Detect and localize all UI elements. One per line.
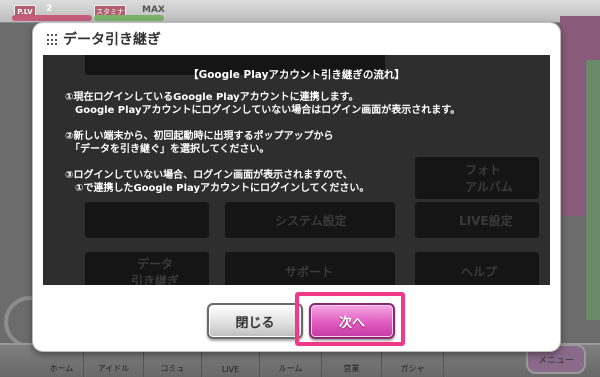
- step-1-text: ①現在ログインしているGoogle Playアカウントに連携します。 Googl…: [65, 92, 461, 116]
- status-bar: P.LV 2 スタミナ MAX: [0, 0, 600, 23]
- stamina-bar: [94, 15, 164, 21]
- transfer-instructions: 【Google Playアカウント引き継ぎの流れ】 ①現在ログインしているGoo…: [43, 55, 550, 285]
- next-button[interactable]: 次へ: [309, 303, 395, 339]
- step-2-text: ②新しい端末から、初回起動時に出現するポップアップから 「データを引き継ぐ」を選…: [65, 131, 334, 155]
- flow-title: 【Google Playアカウント引き継ぎの流れ】: [188, 69, 405, 81]
- stamina-max-label: MAX: [142, 5, 165, 15]
- step-3-text: ③ログインしていない場合、ログイン画面が表示されますので、 ①で連携したGoog…: [65, 170, 370, 194]
- grip-icon: [47, 34, 57, 46]
- dialog-header: データ引き継ぎ: [33, 23, 560, 55]
- dialog-footer: 閉じる 次へ: [33, 285, 560, 351]
- close-button[interactable]: 閉じる: [207, 303, 303, 339]
- plv-progress-bar: [12, 15, 92, 21]
- dialog-title: データ引き継ぎ: [63, 32, 161, 48]
- background-decoration: [586, 60, 600, 320]
- data-transfer-dialog: データ引き継ぎ フォト アルバム システム設定 LIVE設定 データ 引き継ぎ …: [33, 23, 560, 351]
- dialog-content: フォト アルバム システム設定 LIVE設定 データ 引き継ぎ サポート ヘルプ…: [43, 55, 550, 285]
- plv-value: 2: [46, 4, 53, 14]
